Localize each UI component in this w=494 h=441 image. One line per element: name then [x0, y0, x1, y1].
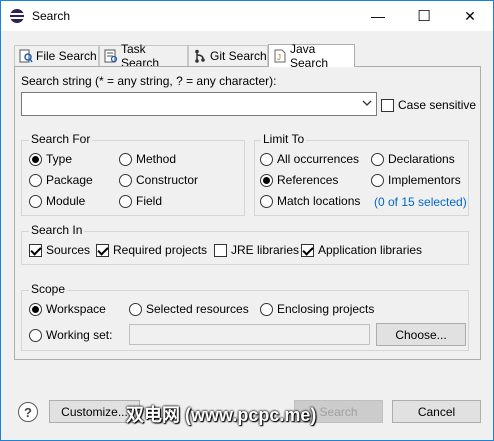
maximize-button[interactable]: ☐ — [401, 1, 447, 31]
svg-text:J: J — [277, 53, 281, 62]
tab-java-search[interactable]: J Java Search — [268, 42, 355, 70]
radio-working-set[interactable]: Working set: — [29, 328, 112, 342]
radio-all-occurrences[interactable]: All occurrences — [260, 152, 359, 166]
search-string-label: Search string (* = any string, ? = any c… — [21, 74, 277, 88]
tab-label: Git Search — [210, 49, 267, 63]
search-for-title: Search For — [29, 132, 93, 146]
radio-workspace[interactable]: Workspace — [29, 302, 106, 316]
radio-references[interactable]: References — [260, 173, 338, 187]
case-sensitive-label: Case sensitive — [398, 98, 477, 112]
watermark: 双电网 (www.pcpc.me) — [126, 405, 317, 425]
checkbox-required-projects[interactable]: Required projects — [96, 243, 207, 257]
checkbox-application-libraries[interactable]: Application libraries — [301, 243, 422, 257]
search-string-combo[interactable] — [21, 92, 377, 116]
chevron-down-icon[interactable] — [362, 99, 372, 110]
checkbox-sources[interactable]: Sources — [29, 243, 90, 257]
choose-button[interactable]: Choose... — [376, 323, 466, 346]
cancel-button[interactable]: Cancel — [392, 400, 481, 423]
tab-label: File Search — [36, 49, 97, 63]
java-search-panel: Search string (* = any string, ? = any c… — [14, 66, 481, 360]
minimize-button[interactable]: — — [355, 1, 401, 31]
task-search-icon — [104, 49, 118, 63]
tab-task-search[interactable]: Task Search — [99, 42, 188, 70]
case-sensitive-checkbox[interactable]: Case sensitive — [381, 98, 476, 112]
window-title: Search — [32, 9, 71, 23]
radio-constructor[interactable]: Constructor — [119, 173, 198, 187]
search-in-title: Search In — [29, 223, 85, 237]
radio-match-locations[interactable]: Match locations — [260, 194, 360, 208]
radio-enclosing-projects[interactable]: Enclosing projects — [260, 302, 374, 316]
limit-to-title: Limit To — [261, 132, 307, 146]
radio-method[interactable]: Method — [119, 152, 176, 166]
radio-module[interactable]: Module — [29, 194, 85, 208]
file-search-icon — [19, 49, 33, 63]
radio-package[interactable]: Package — [29, 173, 93, 187]
radio-type[interactable]: Type — [29, 152, 72, 166]
radio-selected-resources[interactable]: Selected resources — [129, 302, 249, 316]
checkbox-box — [381, 98, 394, 112]
working-set-field[interactable] — [129, 324, 370, 345]
git-icon — [193, 49, 207, 63]
radio-declarations[interactable]: Declarations — [371, 152, 455, 166]
checkbox-jre-libraries[interactable]: JRE libraries — [214, 243, 299, 257]
help-icon[interactable]: ? — [18, 402, 38, 422]
eclipse-icon — [10, 9, 24, 23]
radio-field[interactable]: Field — [119, 194, 162, 208]
search-dialog: Search — ☐ ✕ File Search Task Search Git… — [0, 0, 494, 441]
tab-file-search[interactable]: File Search — [14, 45, 99, 66]
title-bar: Search — ☐ ✕ — [1, 1, 493, 31]
tab-git-search[interactable]: Git Search — [188, 45, 268, 66]
close-button[interactable]: ✕ — [447, 1, 493, 31]
radio-implementors[interactable]: Implementors — [371, 173, 461, 187]
tab-label: Java Search — [290, 42, 329, 70]
match-locations-link[interactable]: (0 of 15 selected) — [374, 195, 467, 209]
scope-title: Scope — [29, 282, 68, 296]
java-search-icon: J — [273, 49, 287, 63]
